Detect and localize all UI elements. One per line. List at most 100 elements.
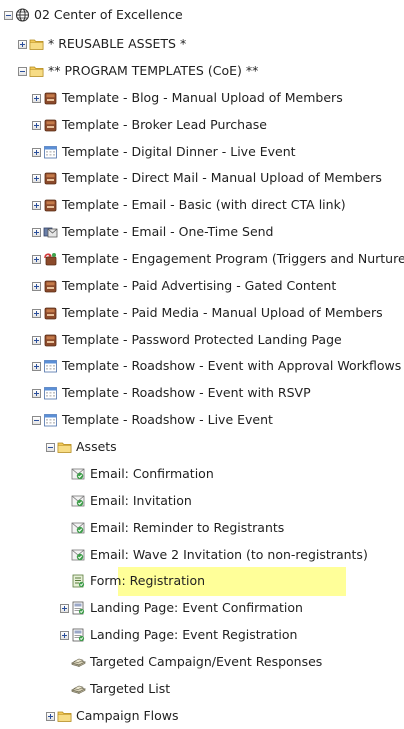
tree-node-template[interactable]: Template - Roadshow - Event with Approva… — [32, 355, 401, 377]
program-box-icon — [43, 118, 58, 132]
tree-node-label: Targeted Campaign/Event Responses — [90, 654, 323, 669]
collapse-toggle[interactable] — [32, 415, 41, 425]
landing-page-icon — [71, 601, 86, 615]
collapse-toggle[interactable] — [18, 66, 27, 76]
email-asset-icon — [71, 494, 86, 508]
tree-node-label: * REUSABLE ASSETS * — [48, 36, 187, 51]
tree-node-root[interactable]: 02 Center of Excellence — [4, 4, 183, 26]
tree-node-label: Template - Direct Mail - Manual Upload o… — [62, 170, 382, 185]
tree-node-label: Landing Page: Event Registration — [90, 627, 298, 642]
tree-node-label: Email: Confirmation — [90, 466, 214, 481]
expand-toggle[interactable] — [32, 281, 41, 291]
tree-node-template[interactable]: Template - Roadshow - Event with RSVP — [32, 382, 311, 404]
expand-toggle[interactable] — [32, 227, 41, 237]
folder-icon — [57, 440, 72, 454]
tree-node-template[interactable]: Template - Email - Basic (with direct CT… — [32, 194, 346, 216]
tree-node-template[interactable]: Template - Paid Media - Manual Upload of… — [32, 302, 383, 324]
tree-node-template[interactable]: Template - Broker Lead Purchase — [32, 114, 267, 136]
tree-node-label: ** PROGRAM TEMPLATES (CoE) ** — [48, 63, 259, 78]
tree-node-label: Template - Roadshow - Live Event — [62, 412, 273, 427]
tree-node-template[interactable]: Template - Digital Dinner - Live Event — [32, 141, 296, 163]
tree-node-reusable-assets[interactable]: * REUSABLE ASSETS * — [18, 33, 186, 55]
tree-node-asset[interactable]: Email: Wave 2 Invitation (to non-registr… — [60, 544, 368, 566]
tree-node-campaign-flows[interactable]: Campaign Flows — [46, 705, 179, 727]
event-calendar-icon — [43, 386, 58, 400]
expand-toggle[interactable] — [18, 39, 27, 49]
expand-toggle[interactable] — [32, 308, 41, 318]
event-calendar-icon — [43, 359, 58, 373]
tree-node-label: Template - Email - Basic (with direct CT… — [62, 197, 346, 212]
form-icon — [71, 574, 86, 588]
tree-node-label: Form: Registration — [90, 573, 206, 588]
tree-node-label: Landing Page: Event Confirmation — [90, 600, 303, 615]
tree-node-template[interactable]: Template - Blog - Manual Upload of Membe… — [32, 87, 343, 109]
collapse-toggle[interactable] — [4, 10, 13, 20]
tree-node-label: Email: Reminder to Registrants — [90, 520, 285, 535]
globe-icon — [15, 8, 30, 22]
tree-node-asset[interactable]: Email: Reminder to Registrants — [60, 517, 284, 539]
email-program-icon — [43, 225, 58, 239]
expand-toggle[interactable] — [32, 361, 41, 371]
expand-toggle[interactable] — [32, 93, 41, 103]
event-calendar-icon — [43, 413, 58, 427]
tree-node-label: Campaign Flows — [76, 708, 179, 723]
list-icon — [71, 682, 86, 696]
program-box-icon — [43, 306, 58, 320]
tree-node-asset[interactable]: Landing Page: Event Registration — [60, 624, 297, 646]
email-asset-icon — [71, 521, 86, 535]
tree-node-template[interactable]: Template - Paid Advertising - Gated Cont… — [32, 275, 336, 297]
tree-node-label: Email: Wave 2 Invitation (to non-registr… — [90, 547, 368, 562]
tree-node-asset-selected[interactable]: Form: Registration — [60, 567, 347, 596]
engagement-program-icon — [43, 252, 58, 266]
email-asset-icon — [71, 467, 86, 481]
folder-icon — [29, 37, 44, 51]
expand-toggle[interactable] — [32, 200, 41, 210]
tree-node-template[interactable]: Template - Email - One-Time Send — [32, 221, 274, 243]
tree-node-label: Template - Password Protected Landing Pa… — [62, 332, 342, 347]
folder-icon — [29, 64, 44, 78]
tree-node-template[interactable]: Template - Roadshow - Live Event — [32, 409, 273, 431]
program-box-icon — [43, 279, 58, 293]
program-box-icon — [43, 91, 58, 105]
expand-toggle[interactable] — [32, 173, 41, 183]
tree-node-label: Assets — [76, 439, 117, 454]
tree-node-label: Template - Digital Dinner - Live Event — [62, 144, 296, 159]
expand-toggle[interactable] — [60, 630, 69, 640]
tree-node-asset[interactable]: Landing Page: Event Confirmation — [60, 597, 303, 619]
tree-node-label: Template - Email - One-Time Send — [62, 224, 274, 239]
expand-toggle[interactable] — [46, 711, 55, 721]
expand-toggle[interactable] — [32, 254, 41, 264]
program-box-icon — [43, 171, 58, 185]
tree-node-asset[interactable]: Email: Invitation — [60, 490, 192, 512]
tree-node-label: Template - Blog - Manual Upload of Membe… — [62, 90, 343, 105]
tree-node-template[interactable]: Template - Password Protected Landing Pa… — [32, 329, 342, 351]
expand-toggle[interactable] — [32, 147, 41, 157]
tree-node-label: Template - Paid Advertising - Gated Cont… — [62, 278, 337, 293]
tree-node-asset[interactable]: Targeted Campaign/Event Responses — [60, 651, 322, 673]
tree-node-label: Email: Invitation — [90, 493, 192, 508]
tree-node-label: Template - Roadshow - Event with Approva… — [62, 358, 402, 373]
tree-node-template[interactable]: Template - Engagement Program (Triggers … — [32, 248, 404, 270]
tree-node-template[interactable]: Template - Direct Mail - Manual Upload o… — [32, 167, 382, 189]
tree-node-asset[interactable]: Targeted List — [60, 678, 170, 700]
folder-icon — [57, 709, 72, 723]
expand-toggle[interactable] — [32, 120, 41, 130]
event-calendar-icon — [43, 145, 58, 159]
program-box-icon — [43, 198, 58, 212]
expand-toggle[interactable] — [32, 388, 41, 398]
tree-node-label: Template - Roadshow - Event with RSVP — [62, 385, 311, 400]
expand-toggle[interactable] — [32, 335, 41, 345]
tree-node-asset[interactable]: Email: Confirmation — [60, 463, 214, 485]
tree-node-program-templates[interactable]: ** PROGRAM TEMPLATES (CoE) ** — [18, 60, 258, 82]
collapse-toggle[interactable] — [46, 442, 55, 452]
tree-node-label: Template - Broker Lead Purchase — [62, 117, 267, 132]
program-box-icon — [43, 333, 58, 347]
expand-toggle[interactable] — [60, 603, 69, 613]
tree-node-label: Template - Paid Media - Manual Upload of… — [62, 305, 383, 320]
tree-node-label: 02 Center of Excellence — [34, 7, 183, 22]
tree-node-label: Template - Engagement Program (Triggers … — [62, 251, 404, 266]
tree-node-label: Targeted List — [90, 681, 171, 696]
landing-page-icon — [71, 628, 86, 642]
tree-node-assets-folder[interactable]: Assets — [46, 436, 117, 458]
program-tree: 02 Center of Excellence * REUSABLE ASSET… — [0, 0, 404, 729]
